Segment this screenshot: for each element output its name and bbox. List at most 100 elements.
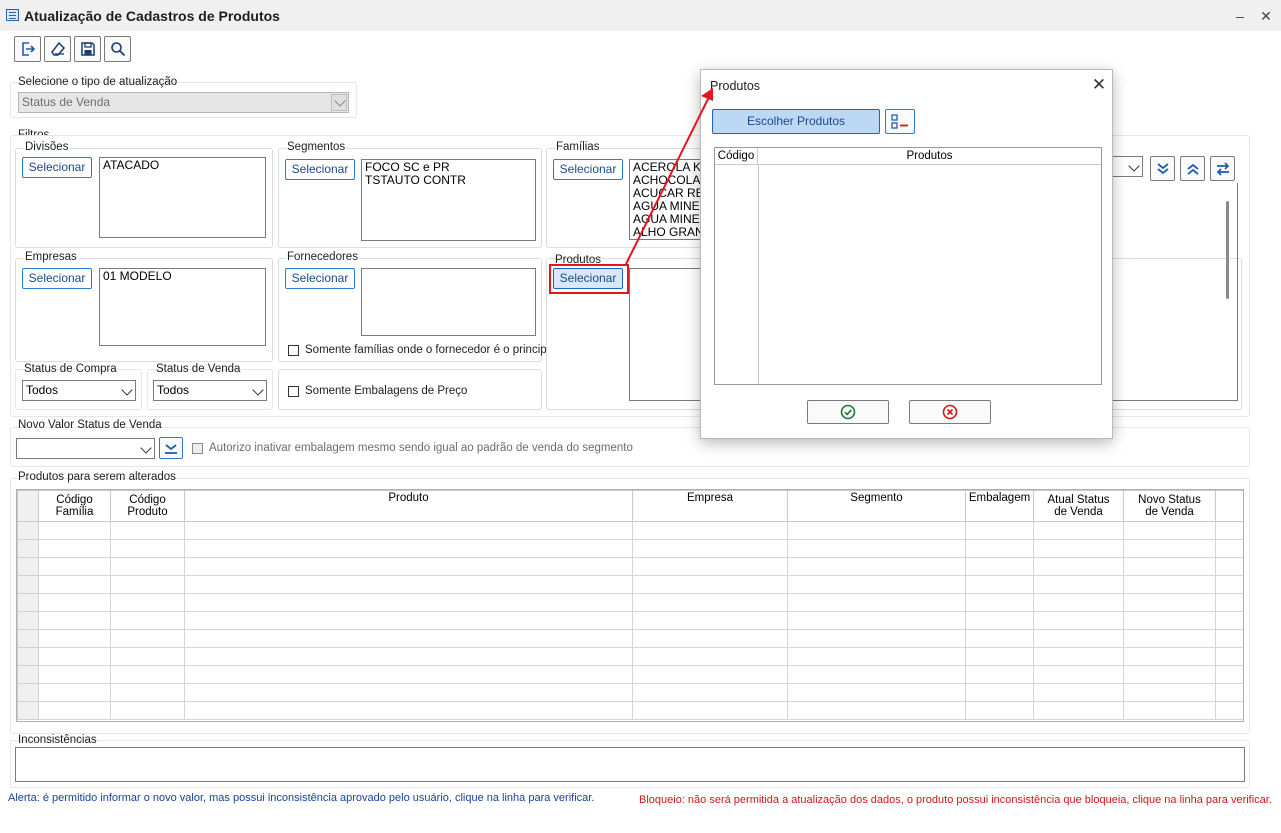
table-cell[interactable]	[787, 701, 966, 720]
table-cell[interactable]	[110, 557, 185, 576]
swap-button[interactable]	[1210, 156, 1235, 181]
table-cell[interactable]	[632, 701, 788, 720]
row-indicator[interactable]	[17, 557, 39, 576]
table-cell[interactable]	[1033, 539, 1124, 558]
row-indicator[interactable]	[17, 647, 39, 666]
table-cell[interactable]	[1033, 611, 1124, 630]
table-cell[interactable]	[1123, 683, 1216, 702]
row-indicator[interactable]	[17, 575, 39, 594]
table-cell[interactable]	[1123, 575, 1216, 594]
table-cell[interactable]	[632, 539, 788, 558]
row-indicator[interactable]	[17, 683, 39, 702]
table-cell[interactable]	[1215, 683, 1243, 702]
table-cell[interactable]	[787, 521, 966, 540]
move-down-button[interactable]	[1150, 156, 1175, 181]
table-cell[interactable]	[965, 665, 1034, 684]
minimize-button[interactable]: –	[1229, 6, 1251, 26]
produtos-filter-list[interactable]	[629, 268, 704, 401]
table-cell[interactable]	[110, 539, 185, 558]
table-cell[interactable]	[787, 539, 966, 558]
dialog-column-header-codigo[interactable]: Código	[715, 148, 758, 165]
table-cell[interactable]	[632, 521, 788, 540]
segmentos-list[interactable]: FOCO SC e PR TSTAUTO CONTR	[361, 159, 536, 241]
table-cell[interactable]	[38, 557, 111, 576]
table-cell[interactable]	[1215, 593, 1243, 612]
row-indicator[interactable]	[17, 665, 39, 684]
table-cell[interactable]	[787, 647, 966, 666]
table-cell[interactable]	[1123, 521, 1216, 540]
table-cell[interactable]	[1215, 557, 1243, 576]
table-cell[interactable]	[38, 647, 111, 666]
table-cell[interactable]	[787, 611, 966, 630]
table-cell[interactable]	[965, 683, 1034, 702]
table-cell[interactable]	[632, 647, 788, 666]
table-cell[interactable]	[632, 557, 788, 576]
table-cell[interactable]	[110, 521, 185, 540]
row-indicator[interactable]	[17, 629, 39, 648]
update-type-select[interactable]: Status de Venda	[18, 92, 349, 113]
table-cell[interactable]	[184, 701, 633, 720]
table-cell[interactable]	[110, 665, 185, 684]
table-cell[interactable]	[965, 611, 1034, 630]
table-row[interactable]	[17, 611, 1243, 630]
produtos-grid[interactable]: Código Família Código Produto Produto Empr…	[16, 489, 1244, 722]
table-cell[interactable]	[1215, 665, 1243, 684]
table-cell[interactable]	[38, 701, 111, 720]
table-cell[interactable]	[1215, 611, 1243, 630]
clear-button[interactable]	[44, 36, 71, 62]
table-cell[interactable]	[1123, 557, 1216, 576]
table-cell[interactable]	[1123, 611, 1216, 630]
table-cell[interactable]	[38, 575, 111, 594]
table-cell[interactable]	[632, 683, 788, 702]
dialog-cancel-button[interactable]	[909, 400, 991, 424]
table-cell[interactable]	[110, 575, 185, 594]
table-cell[interactable]	[38, 629, 111, 648]
table-cell[interactable]	[787, 557, 966, 576]
table-cell[interactable]	[632, 665, 788, 684]
column-header-empresa[interactable]: Empresa	[632, 490, 788, 522]
table-cell[interactable]	[184, 611, 633, 630]
column-header-produto[interactable]: Produto	[184, 490, 633, 522]
table-cell[interactable]	[38, 683, 111, 702]
list-item[interactable]: ALHO GRANE	[633, 226, 709, 239]
table-cell[interactable]	[110, 647, 185, 666]
row-indicator[interactable]	[17, 521, 39, 540]
divisoes-list[interactable]: ATACADO	[99, 157, 266, 238]
table-cell[interactable]	[110, 611, 185, 630]
table-row[interactable]	[17, 557, 1243, 576]
dialog-ok-button[interactable]	[807, 400, 889, 424]
table-cell[interactable]	[965, 647, 1034, 666]
table-cell[interactable]	[1033, 557, 1124, 576]
table-cell[interactable]	[110, 629, 185, 648]
table-cell[interactable]	[1033, 647, 1124, 666]
table-cell[interactable]	[184, 593, 633, 612]
table-cell[interactable]	[38, 611, 111, 630]
fornecedores-list[interactable]	[361, 268, 536, 336]
table-cell[interactable]	[1123, 665, 1216, 684]
table-cell[interactable]	[1123, 539, 1216, 558]
table-cell[interactable]	[632, 611, 788, 630]
row-indicator[interactable]	[17, 611, 39, 630]
row-indicator[interactable]	[17, 593, 39, 612]
table-cell[interactable]	[1033, 593, 1124, 612]
table-cell[interactable]	[965, 539, 1034, 558]
table-cell[interactable]	[1215, 701, 1243, 720]
table-cell[interactable]	[787, 593, 966, 612]
table-cell[interactable]	[184, 683, 633, 702]
table-row[interactable]	[17, 647, 1243, 666]
table-row[interactable]	[17, 665, 1243, 684]
table-cell[interactable]	[1033, 521, 1124, 540]
table-row[interactable]	[17, 683, 1243, 702]
table-row[interactable]	[17, 575, 1243, 594]
dialog-close-button[interactable]: ✕	[1089, 76, 1109, 96]
familias-select-button[interactable]: Selecionar	[553, 159, 623, 180]
search-button[interactable]	[104, 36, 131, 62]
table-cell[interactable]	[965, 629, 1034, 648]
table-cell[interactable]	[965, 593, 1034, 612]
table-cell[interactable]	[110, 683, 185, 702]
dialog-produtos-grid[interactable]: Código Produtos	[714, 147, 1102, 385]
table-cell[interactable]	[38, 593, 111, 612]
table-cell[interactable]	[1215, 575, 1243, 594]
table-cell[interactable]	[965, 557, 1034, 576]
row-indicator[interactable]	[17, 539, 39, 558]
